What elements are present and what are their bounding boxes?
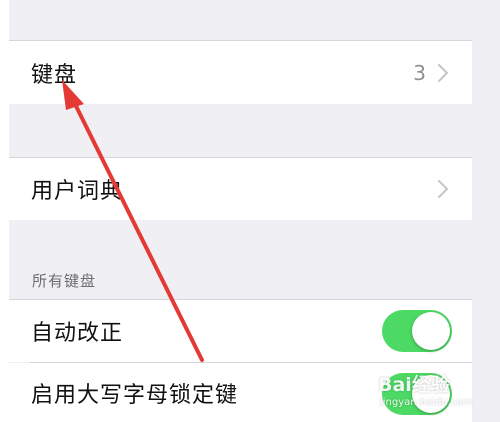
keyboards-count: 3	[413, 60, 426, 85]
toggle-knob	[412, 312, 450, 350]
chevron-right-icon	[437, 179, 449, 199]
all-keyboards-header: 所有键盘	[32, 272, 97, 290]
keyboards-row[interactable]: 键盘 3	[9, 41, 472, 104]
auto-correction-row: 自动改正	[9, 300, 472, 362]
baidu-jingyan-watermark: Bai经验 jingyan.baidu.com	[378, 370, 488, 416]
watermark-url: jingyan.baidu.com	[380, 397, 473, 408]
user-dictionary-row[interactable]: 用户词典	[9, 158, 472, 220]
left-edge	[0, 0, 9, 422]
watermark-logo: Bai经验	[378, 374, 450, 396]
caps-lock-label: 启用大写字母锁定键	[31, 382, 239, 408]
keyboard-settings-screen: 键盘 3 用户词典 所有键盘 自动改正 启用大写字母锁定键 Bai经验 jing…	[0, 0, 500, 422]
section-gap	[9, 104, 500, 158]
keyboards-label: 键盘	[31, 62, 78, 88]
auto-correction-toggle[interactable]	[382, 310, 452, 352]
chevron-right-icon	[437, 63, 449, 82]
auto-correction-label: 自动改正	[31, 321, 124, 346]
top-gap	[9, 0, 500, 40]
user-dictionary-label: 用户词典	[31, 179, 124, 204]
